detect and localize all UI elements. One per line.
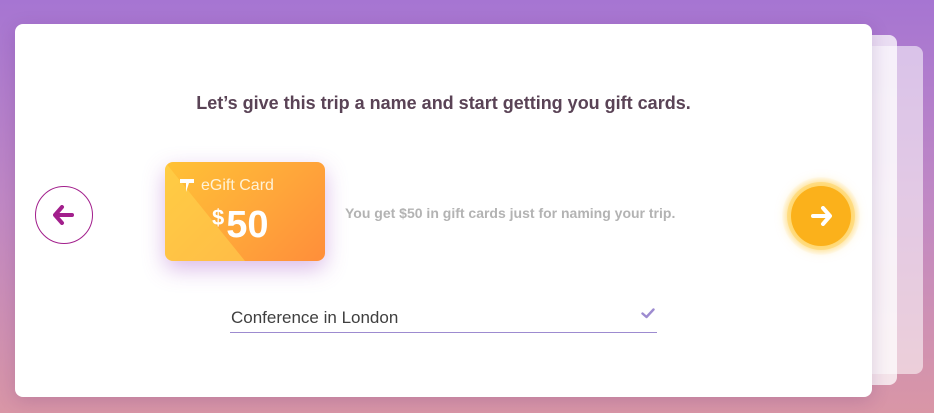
- egift-card-amount: $ 50: [212, 202, 269, 248]
- trip-name-field[interactable]: [230, 304, 657, 333]
- egift-card-title: eGift Card: [201, 177, 274, 194]
- back-button[interactable]: [35, 186, 93, 244]
- arrow-right-icon: [811, 206, 832, 226]
- arrow-left-icon: [53, 205, 74, 225]
- trip-name-card: Let’s give this trip a name and start ge…: [15, 24, 872, 397]
- next-button[interactable]: [791, 186, 851, 246]
- headline: Let’s give this trip a name and start ge…: [196, 93, 691, 113]
- trip-name-input[interactable]: [231, 305, 621, 331]
- egift-card-currency: $: [212, 205, 225, 230]
- egift-card: eGift Card $ 50: [165, 162, 325, 261]
- check-icon: [641, 308, 655, 319]
- promo-text: You get $50 in gift cards just for namin…: [345, 205, 676, 221]
- egift-card-value: 50: [226, 204, 269, 246]
- flag-logo-icon: [180, 179, 194, 192]
